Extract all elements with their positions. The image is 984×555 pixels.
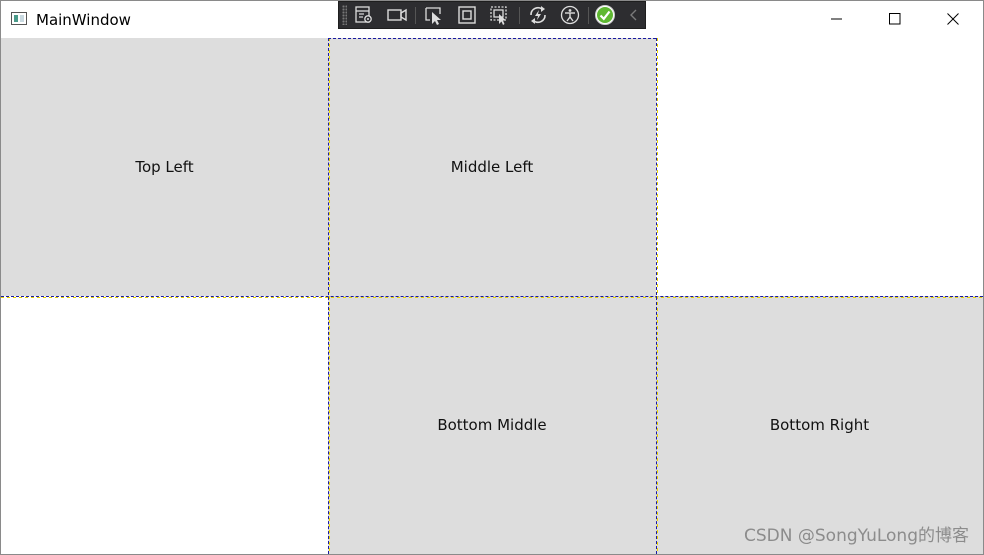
- minimize-button[interactable]: [814, 5, 860, 33]
- collapse-chevron-icon[interactable]: [623, 5, 645, 25]
- toolbar-separator: [519, 7, 520, 24]
- track-focus-icon[interactable]: [489, 5, 511, 25]
- cell-bottom-middle-label: Bottom Middle: [437, 416, 547, 434]
- debug-toolbar: [338, 1, 646, 29]
- window-title: MainWindow: [36, 11, 131, 29]
- content-grid: Top Left Middle Left Bottom Middle Botto…: [1, 38, 983, 554]
- cell-bottom-right[interactable]: Bottom Right: [656, 296, 983, 554]
- main-window: MainWindow Top Left Middle Left Bottom M…: [0, 0, 984, 555]
- title-bar[interactable]: MainWindow: [1, 1, 983, 38]
- cell-middle-left-label: Middle Left: [450, 158, 534, 176]
- maximize-button[interactable]: [872, 5, 918, 33]
- close-button[interactable]: [930, 5, 976, 33]
- toolbar-grip[interactable]: [342, 5, 347, 25]
- camera-icon[interactable]: [386, 5, 408, 25]
- layout-adorner-line: [329, 38, 330, 554]
- cell-middle-left[interactable]: Middle Left: [328, 38, 656, 296]
- toolbar-separator: [415, 7, 416, 24]
- cell-bottom-right-label: Bottom Right: [769, 416, 870, 434]
- layout-adorner-line: [1, 297, 983, 298]
- app-icon: [11, 12, 27, 25]
- live-visual-tree-icon[interactable]: [353, 5, 375, 25]
- cell-top-left[interactable]: Top Left: [1, 38, 328, 296]
- binding-check-icon[interactable]: [594, 5, 616, 25]
- watermark-text: CSDN @SongYuLong的博客: [744, 526, 969, 546]
- display-layout-adorners-icon[interactable]: [456, 5, 478, 25]
- maximize-icon: [889, 13, 901, 25]
- toolbar-separator: [588, 7, 589, 24]
- cell-top-left-label: Top Left: [135, 158, 194, 176]
- minimize-icon: [831, 18, 842, 20]
- layout-adorner-line: [657, 38, 658, 554]
- hot-reload-icon[interactable]: [527, 5, 549, 25]
- layout-adorner-line: [328, 38, 656, 39]
- cell-bottom-middle[interactable]: Bottom Middle: [328, 296, 656, 554]
- close-icon: [947, 13, 959, 25]
- accessibility-icon[interactable]: [559, 5, 581, 25]
- select-element-icon[interactable]: [423, 5, 445, 25]
